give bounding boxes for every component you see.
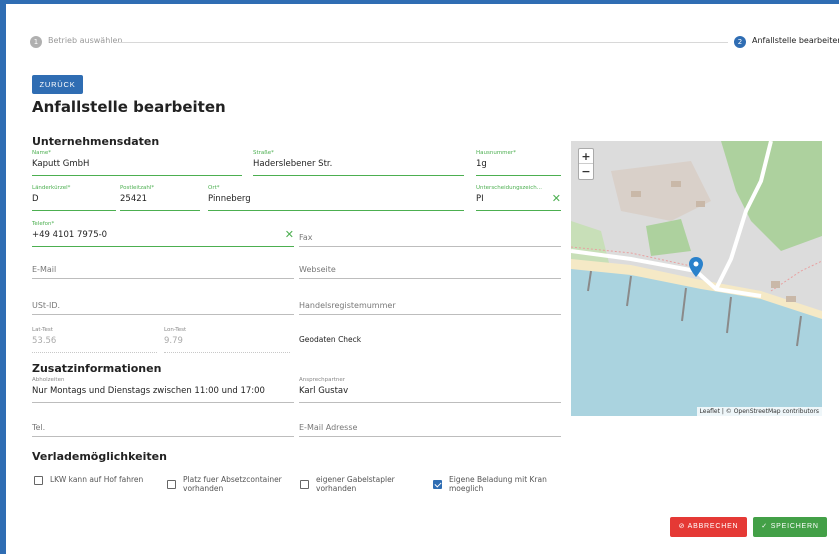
email-placeholder: E-Mail [32,265,57,274]
left-accent-bar [0,0,6,554]
page-title: Anfallstelle bearbeiten [32,98,226,116]
checkbox-truck-yard[interactable]: LKW kann auf Hof fahren [34,475,159,500]
website-field[interactable]: Webseite [299,253,561,279]
pickup-times-label: Abholzeiten [32,377,65,383]
map-zoom-control: + − [578,148,594,180]
website-placeholder: Webseite [299,265,336,274]
checkbox-box-checked[interactable] [433,480,442,489]
step-1-label[interactable]: Betrieb auswählen [48,36,122,45]
checkbox-box[interactable] [34,476,43,485]
street-field-label: Straße* [253,150,274,156]
zoom-out-button[interactable]: − [579,164,593,179]
step-2-number: 2 [734,36,746,48]
contact-person-label: Ansprechpartner [299,377,346,383]
house-number-field-value: 1g [476,159,487,169]
zoom-in-button[interactable]: + [579,149,593,164]
contact-person-value: Karl Gustav [299,386,349,396]
save-button-label: SPEICHERN [770,523,819,530]
house-number-field[interactable]: Hausnummer* 1g [476,150,561,176]
phone-field-value: +49 4101 7975-0 [32,230,108,240]
lat-test-value: 53.56 [32,336,57,346]
postal-code-field-value: 25421 [120,194,148,204]
checkbox-container-space[interactable]: Platz fuer Absetzcontainer vorhanden [167,475,292,500]
checkbox-forklift[interactable]: eigener Gabelstapler vorhanden [300,475,425,500]
street-field-value: Haderslebener Str. [253,159,333,169]
trade-register-field[interactable]: Handelsregistemummer [299,289,561,315]
name-field[interactable]: Name* Kaputt GmbH [32,150,242,176]
section-title-loading: Verlademöglichkeiten [32,450,167,463]
clear-icon[interactable]: ✕ [552,193,561,204]
lat-test-field: Lat-Test 53.56 [32,327,157,353]
postal-code-field[interactable]: Postleitzahl* 25421 [120,185,200,211]
email-field[interactable]: E-Mail [32,253,294,279]
checkbox-label: Platz fuer Absetzcontainer vorhanden [183,475,282,493]
checkmark-icon: ✓ [761,523,771,530]
checkbox-crane-loading[interactable]: Eigene Beladung mit Kran moeglich [433,475,561,500]
section-title-company: Unternehmensdaten [32,135,160,148]
stepper: 1 Betrieb auswählen 2 Anfallstelle bearb… [30,34,839,50]
phone-field[interactable]: Telefon* +49 4101 7975-0 ✕ [32,221,294,247]
city-field-label: Ort* [208,185,220,191]
lon-test-field: Lon-Test 9.79 [164,327,290,353]
email-address-field[interactable]: E-Mail Adresse [299,411,561,437]
lon-test-value: 9.79 [164,336,183,346]
distinguishing-mark-field-value: PI [476,194,484,204]
cancel-button-label: ABBRECHEN [687,523,739,530]
step-1-number: 1 [30,36,42,48]
clear-icon[interactable]: ✕ [285,229,294,240]
checkbox-box[interactable] [300,480,309,489]
map-attribution[interactable]: Leaflet | © OpenStreetMap contributors [696,407,822,416]
checkbox-label: eigener Gabelstapler vorhanden [316,475,395,493]
map-marker-icon[interactable] [689,257,703,277]
city-field[interactable]: Ort* Pinneberg [208,185,464,211]
distinguishing-mark-field[interactable]: Unterscheidungszeich... PI ✕ [476,185,561,211]
step-2-label[interactable]: Anfallstelle bearbeiten [752,36,839,45]
checkbox-box[interactable] [167,480,176,489]
pickup-times-value: Nur Montags und Dienstags zwischen 11:00… [32,386,265,396]
phone-field-label: Telefon* [32,221,55,227]
trade-register-placeholder: Handelsregistemummer [299,301,396,310]
checkbox-label: LKW kann auf Hof fahren [50,475,144,484]
email-address-placeholder: E-Mail Adresse [299,423,358,432]
save-button[interactable]: ✓ SPEICHERN [753,517,827,537]
street-field[interactable]: Straße* Haderslebener Str. [253,150,464,176]
name-field-value: Kaputt GmbH [32,159,90,169]
pickup-times-field[interactable]: Abholzeiten Nur Montags und Dienstags zw… [32,377,294,403]
country-code-field-label: Länderkürzel* [32,185,71,191]
tel-placeholder: Tel. [32,423,46,432]
distinguishing-mark-field-label: Unterscheidungszeich... [476,185,542,191]
stepper-connector [116,42,728,43]
top-accent-bar [0,0,839,4]
cancel-icon: ⊘ [678,523,688,530]
fax-field[interactable]: Fax [299,221,561,247]
geodata-check-button[interactable]: Geodaten Check [299,335,361,344]
vat-id-placeholder: USt-ID. [32,301,61,310]
lon-test-label: Lon-Test [164,327,187,333]
city-field-value: Pinneberg [208,194,251,204]
map-tiles[interactable] [571,141,822,416]
tel-field[interactable]: Tel. [32,411,294,437]
country-code-field-value: D [32,194,39,204]
house-number-field-label: Hausnummer* [476,150,516,156]
cancel-button[interactable]: ⊘ ABBRECHEN [670,517,747,537]
name-field-label: Name* [32,150,51,156]
postal-code-field-label: Postleitzahl* [120,185,155,191]
back-button[interactable]: ZURÜCK [32,75,83,94]
contact-person-field[interactable]: Ansprechpartner Karl Gustav [299,377,561,403]
lat-test-label: Lat-Test [32,327,53,333]
checkbox-label: Eigene Beladung mit Kran moeglich [449,475,547,493]
map[interactable]: + − Leaflet | © OpenStreetMap contributo… [571,141,822,416]
vat-id-field[interactable]: USt-ID. [32,289,294,315]
section-title-additional: Zusatzinformationen [32,362,162,375]
fax-placeholder: Fax [299,233,313,242]
country-code-field[interactable]: Länderkürzel* D [32,185,116,211]
